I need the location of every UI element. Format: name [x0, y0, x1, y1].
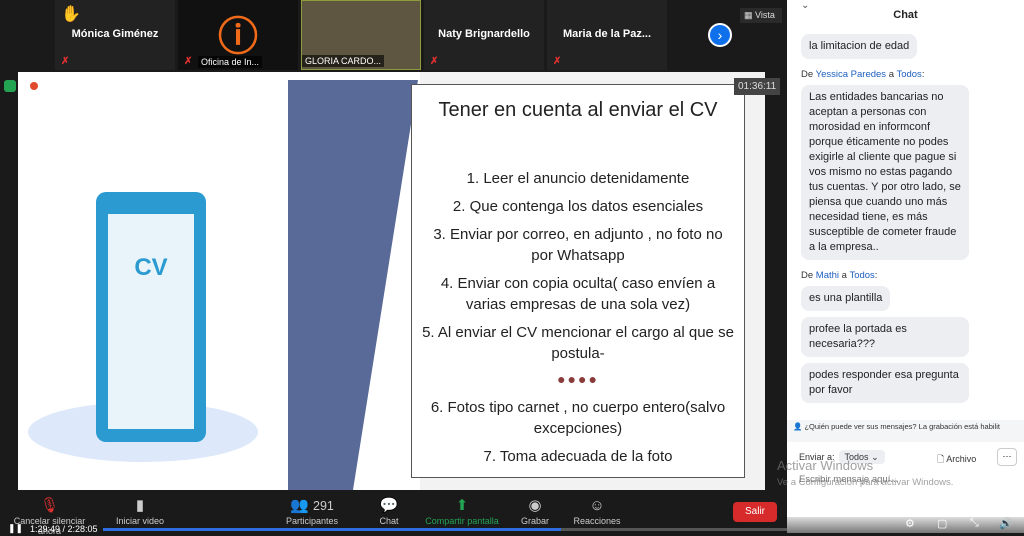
exit-fullscreen-icon[interactable]: ⤡ [970, 517, 986, 530]
participant-tile[interactable]: Maria de la Paz... ✗ [547, 0, 667, 70]
shared-slide: CV Tener en cuenta al enviar el CV 1. Le… [18, 72, 765, 490]
volume-icon[interactable]: 🔊 [999, 517, 1015, 530]
message-sender-line: De Mathi a Todos: [801, 270, 878, 281]
slide-item: 2. Que contenga los datos esenciales [452, 198, 704, 215]
participant-strip: ✋ Mónica Giménez ✗ ⓘ ✗ Oficina de In... GLOR… [55, 0, 675, 70]
chat-icon: 💬 [379, 497, 399, 514]
chevron-down-icon[interactable]: ⌄ [801, 0, 809, 11]
chat-messages[interactable]: la limitacion de edad De Yessica Paredes… [801, 34, 1011, 409]
slide-dots: ●●●● [557, 371, 599, 387]
slide-item: 3. Enviar por correo, en adjunto , no fo… [433, 226, 723, 264]
record-icon: ◉ [528, 497, 542, 514]
start-video-button[interactable]: ▮ Iniciar video [110, 496, 170, 526]
progress-fill [103, 528, 562, 531]
chat-message: profee la portada es necesaria??? [801, 317, 969, 357]
slide-item: 1. Leer el anuncio detenidamente [466, 170, 690, 187]
lightbulb-logo-icon: ⓘ [218, 15, 258, 59]
muted-mic-icon: ✗ [430, 56, 439, 67]
share-screen-button[interactable]: ⬆ Compartir pantalla [422, 496, 502, 526]
raised-hand-icon: ✋ [61, 6, 81, 23]
reactions-button[interactable]: ☺ Reacciones [570, 496, 624, 526]
slide-item: 7. Toma adecuada de la foto [483, 448, 673, 465]
who-can-see-notice[interactable]: 👤 ¿Quién puede ver sus mensajes? La grab… [787, 420, 1024, 442]
participant-tile[interactable]: Naty Brignardello ✗ [424, 0, 544, 70]
participant-tile[interactable]: ⓘ ✗ Oficina de In... [178, 0, 298, 70]
chat-message: la limitacion de edad [801, 34, 918, 59]
chat-panel: Chat ⌄ la limitacion de edad De Yessica … [787, 0, 1024, 533]
muted-mic-icon: ✗ [61, 56, 70, 67]
participant-tile-video[interactable]: GLORIA CARDO... [301, 0, 421, 70]
decorative-band [288, 80, 418, 490]
video-player-controls: ⚙ ▢ ⤡ 🔊 [787, 517, 1024, 533]
chat-message: Las entidades bancarias no aceptan a per… [801, 85, 969, 260]
leave-button[interactable]: Salir [733, 502, 777, 522]
video-off-icon: ▮ [135, 497, 145, 514]
participants-icon: 👥 291 [290, 497, 334, 514]
view-button[interactable]: ▦ Vista [740, 8, 782, 23]
playback-progress[interactable] [103, 528, 787, 531]
share-icon: ⬆ [455, 497, 469, 514]
meeting-toolbar: 🎙 Cancelar silenciar ahora ▮ Iniciar video… [0, 490, 787, 536]
slide-item: 5. Al enviar el CV mencionar el cargo al… [422, 324, 734, 362]
windows-watermark: Activar Windows [777, 458, 874, 473]
smiley-icon: ☺ [589, 497, 605, 514]
security-shield-icon[interactable] [4, 80, 16, 92]
slide-textbox: Tener en cuenta al enviar el CV 1. Leer … [411, 84, 745, 478]
chat-message: es una plantilla [801, 286, 891, 311]
pause-icon[interactable]: ❚❚ [8, 523, 23, 534]
message-sender-line: De Yessica Paredes a Todos: [801, 69, 925, 80]
participant-tile[interactable]: ✋ Mónica Giménez ✗ [55, 0, 175, 70]
recording-icon [30, 82, 38, 90]
muted-mic-icon: ✗ [184, 56, 193, 67]
slide-item: 4. Enviar con copia oculta( caso envíen … [440, 275, 716, 313]
next-page-button[interactable]: › [708, 23, 732, 47]
windows-watermark-sub: Ve a Configuración para activar Windows. [777, 477, 954, 488]
chat-title: Chat [893, 9, 918, 21]
grid-icon: ▦ [744, 10, 756, 20]
slide-item: 6. Fotos tipo carnet , no cuerpo entero(… [430, 399, 726, 437]
settings-icon[interactable]: ⚙ [905, 517, 921, 530]
people-icon: 👤 [793, 422, 805, 431]
chat-button[interactable]: 💬 Chat [375, 496, 403, 526]
slide-title: Tener en cuenta al enviar el CV [438, 99, 718, 121]
record-button[interactable]: ◉ Grabar [518, 496, 552, 526]
meeting-timer: 01:36:11 [734, 78, 780, 95]
muted-mic-icon: 🎙 [39, 497, 60, 514]
miniplayer-icon[interactable]: ▢ [937, 517, 953, 530]
chat-message: podes responder esa pregunta por favor [801, 363, 969, 403]
participants-button[interactable]: 👥 291 Participantes [280, 496, 344, 526]
muted-mic-icon: ✗ [553, 56, 562, 67]
clipboard-illustration: CV [96, 192, 206, 442]
meeting-area: ✋ Mónica Giménez ✗ ⓘ ✗ Oficina de In... GLOR… [0, 0, 787, 536]
